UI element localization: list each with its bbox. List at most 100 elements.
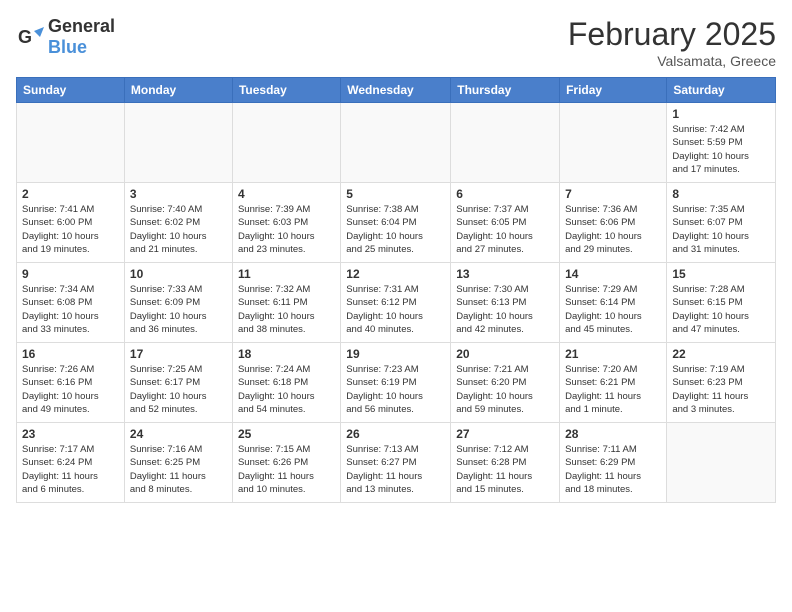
day-info: Sunrise: 7:34 AM Sunset: 6:08 PM Dayligh… [22,283,119,336]
day-number: 28 [565,427,661,441]
week-row-2: 2Sunrise: 7:41 AM Sunset: 6:00 PM Daylig… [17,183,776,263]
day-info: Sunrise: 7:40 AM Sunset: 6:02 PM Dayligh… [130,203,227,256]
calendar-cell: 17Sunrise: 7:25 AM Sunset: 6:17 PM Dayli… [124,343,232,423]
day-number: 25 [238,427,335,441]
calendar-cell [667,423,776,503]
weekday-header-row: SundayMondayTuesdayWednesdayThursdayFrid… [17,78,776,103]
logo-general-text: General [48,16,115,36]
calendar-title: February 2025 [568,16,776,53]
day-number: 3 [130,187,227,201]
calendar-cell: 19Sunrise: 7:23 AM Sunset: 6:19 PM Dayli… [341,343,451,423]
calendar-cell [17,103,125,183]
page-header: G General Blue February 2025 Valsamata, … [16,16,776,69]
day-number: 20 [456,347,554,361]
day-number: 4 [238,187,335,201]
weekday-header-friday: Friday [560,78,667,103]
day-info: Sunrise: 7:19 AM Sunset: 6:23 PM Dayligh… [672,363,770,416]
calendar-cell: 10 Sunrise: 7:33 AM Sunset: 6:09 PM Dayli… [124,263,232,343]
calendar-cell: 7 Sunrise: 7:36 AM Sunset: 6:06 PM Daylig… [560,183,667,263]
weekday-header-wednesday: Wednesday [341,78,451,103]
day-number: 6 [456,187,554,201]
day-number: 5 [346,187,445,201]
day-number: 1 [672,107,770,121]
weekday-header-sunday: Sunday [17,78,125,103]
logo-blue-text: Blue [48,37,87,57]
day-info: Sunrise: 7:12 AM Sunset: 6:28 PM Dayligh… [456,443,554,496]
day-info: Sunrise: 7:28 AM Sunset: 6:15 PM Dayligh… [672,283,770,336]
day-info: Sunrise: 7:20 AM Sunset: 6:21 PM Dayligh… [565,363,661,416]
calendar-cell [124,103,232,183]
day-number: 18 [238,347,335,361]
weekday-header-tuesday: Tuesday [232,78,340,103]
day-number: 21 [565,347,661,361]
week-row-4: 16 Sunrise: 7:26 AM Sunset: 6:16 PM Dayli… [17,343,776,423]
day-info: Sunrise: 7:38 AM Sunset: 6:04 PM Dayligh… [346,203,445,256]
day-info: Sunrise: 7:21 AM Sunset: 6:20 PM Dayligh… [456,363,554,416]
day-info: Sunrise: 7:30 AM Sunset: 6:13 PM Dayligh… [456,283,554,336]
calendar-cell [232,103,340,183]
day-number: 8 [672,187,770,201]
day-info: Sunrise: 7:36 AM Sunset: 6:06 PM Dayligh… [565,203,661,256]
day-number: 27 [456,427,554,441]
calendar-cell: 25 Sunrise: 7:15 AM Sunset: 6:26 PM Dayli… [232,423,340,503]
day-info: Sunrise: 7:23 AM Sunset: 6:19 PM Dayligh… [346,363,445,416]
calendar-table: SundayMondayTuesdayWednesdayThursdayFrid… [16,77,776,503]
day-info: Sunrise: 7:11 AM Sunset: 6:29 PM Dayligh… [565,443,661,496]
calendar-cell [341,103,451,183]
calendar-subtitle: Valsamata, Greece [568,53,776,69]
title-block: February 2025 Valsamata, Greece [568,16,776,69]
calendar-cell: 3 Sunrise: 7:40 AM Sunset: 6:02 PM Daylig… [124,183,232,263]
svg-text:G: G [18,27,32,47]
logo: G General Blue [16,16,115,58]
calendar-cell: 26 Sunrise: 7:13 AM Sunset: 6:27 PM Dayli… [341,423,451,503]
weekday-header-thursday: Thursday [451,78,560,103]
day-info: Sunrise: 7:24 AM Sunset: 6:18 PM Dayligh… [238,363,335,416]
day-number: 17 [130,347,227,361]
day-info: Sunrise: 7:17 AM Sunset: 6:24 PM Dayligh… [22,443,119,496]
day-info: Sunrise: 7:41 AM Sunset: 6:00 PM Dayligh… [22,203,119,256]
day-info: Sunrise: 7:39 AM Sunset: 6:03 PM Dayligh… [238,203,335,256]
day-info: Sunrise: 7:33 AM Sunset: 6:09 PM Dayligh… [130,283,227,336]
calendar-cell: 9Sunrise: 7:34 AM Sunset: 6:08 PM Daylig… [17,263,125,343]
calendar-cell: 14 Sunrise: 7:29 AM Sunset: 6:14 PM Dayli… [560,263,667,343]
day-number: 12 [346,267,445,281]
calendar-cell: 4 Sunrise: 7:39 AM Sunset: 6:03 PM Daylig… [232,183,340,263]
day-number: 7 [565,187,661,201]
day-number: 10 [130,267,227,281]
day-number: 16 [22,347,119,361]
calendar-cell: 2Sunrise: 7:41 AM Sunset: 6:00 PM Daylig… [17,183,125,263]
calendar-cell: 22 Sunrise: 7:19 AM Sunset: 6:23 PM Dayli… [667,343,776,423]
calendar-cell: 15 Sunrise: 7:28 AM Sunset: 6:15 PM Dayli… [667,263,776,343]
calendar-cell: 16 Sunrise: 7:26 AM Sunset: 6:16 PM Dayli… [17,343,125,423]
calendar-cell [451,103,560,183]
week-row-1: 1 Sunrise: 7:42 AM Sunset: 5:59 PM Daylig… [17,103,776,183]
day-number: 23 [22,427,119,441]
calendar-cell: 5 Sunrise: 7:38 AM Sunset: 6:04 PM Daylig… [341,183,451,263]
day-info: Sunrise: 7:37 AM Sunset: 6:05 PM Dayligh… [456,203,554,256]
calendar-cell: 20 Sunrise: 7:21 AM Sunset: 6:20 PM Dayli… [451,343,560,423]
day-info: Sunrise: 7:42 AM Sunset: 5:59 PM Dayligh… [672,123,770,176]
day-number: 26 [346,427,445,441]
day-number: 13 [456,267,554,281]
day-number: 14 [565,267,661,281]
calendar-cell: 11Sunrise: 7:32 AM Sunset: 6:11 PM Dayli… [232,263,340,343]
day-info: Sunrise: 7:13 AM Sunset: 6:27 PM Dayligh… [346,443,445,496]
calendar-cell: 6 Sunrise: 7:37 AM Sunset: 6:05 PM Daylig… [451,183,560,263]
day-info: Sunrise: 7:15 AM Sunset: 6:26 PM Dayligh… [238,443,335,496]
calendar-cell: 12Sunrise: 7:31 AM Sunset: 6:12 PM Dayli… [341,263,451,343]
calendar-cell: 28 Sunrise: 7:11 AM Sunset: 6:29 PM Dayli… [560,423,667,503]
calendar-cell: 27 Sunrise: 7:12 AM Sunset: 6:28 PM Dayli… [451,423,560,503]
day-number: 24 [130,427,227,441]
calendar-cell: 23 Sunrise: 7:17 AM Sunset: 6:24 PM Dayli… [17,423,125,503]
day-number: 22 [672,347,770,361]
day-info: Sunrise: 7:26 AM Sunset: 6:16 PM Dayligh… [22,363,119,416]
week-row-3: 9Sunrise: 7:34 AM Sunset: 6:08 PM Daylig… [17,263,776,343]
day-info: Sunrise: 7:35 AM Sunset: 6:07 PM Dayligh… [672,203,770,256]
calendar-cell: 24 Sunrise: 7:16 AM Sunset: 6:25 PM Dayli… [124,423,232,503]
day-number: 15 [672,267,770,281]
day-info: Sunrise: 7:29 AM Sunset: 6:14 PM Dayligh… [565,283,661,336]
logo-icon: G [16,23,44,51]
calendar-cell: 13 Sunrise: 7:30 AM Sunset: 6:13 PM Dayli… [451,263,560,343]
calendar-cell: 21 Sunrise: 7:20 AM Sunset: 6:21 PM Dayli… [560,343,667,423]
day-info: Sunrise: 7:16 AM Sunset: 6:25 PM Dayligh… [130,443,227,496]
